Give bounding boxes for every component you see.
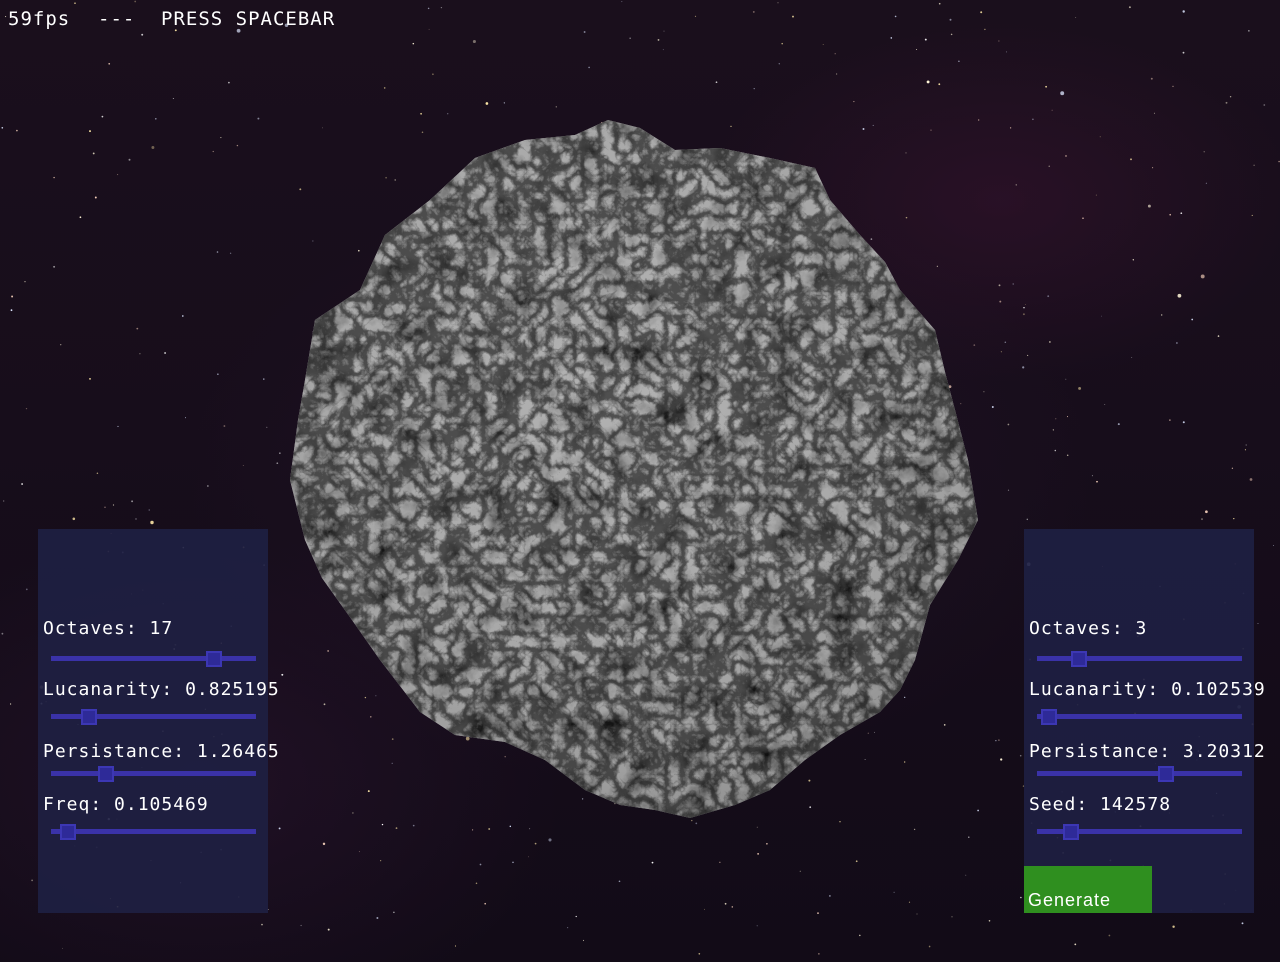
- slider-track[interactable]: [51, 829, 256, 834]
- right-noise-panel: Octaves: 3 Lucanarity: 0.102539 Persista…: [1024, 529, 1265, 913]
- right-octaves-label: Octaves: 3: [1029, 618, 1147, 639]
- left-noise-panel: Octaves: 17 Lucanarity: 0.825195 Persist…: [38, 529, 279, 913]
- param-name: Octaves:: [43, 618, 138, 639]
- slider-track[interactable]: [1037, 714, 1242, 719]
- left-freq-label: Freq: 0.105469: [43, 794, 209, 815]
- game-viewport[interactable]: 59fps --- PRESS SPACEBAR Octaves: 17 Luc…: [0, 0, 1280, 962]
- hud-separator: ---: [98, 8, 136, 30]
- param-value: 0.825195: [185, 679, 280, 700]
- left-lucanarity-label: Lucanarity: 0.825195: [43, 679, 280, 700]
- left-octaves-slider[interactable]: [51, 651, 256, 667]
- slider-track[interactable]: [51, 771, 256, 776]
- left-octaves-label: Octaves: 17: [43, 618, 173, 639]
- right-lucanarity-label: Lucanarity: 0.102539: [1029, 679, 1266, 700]
- param-value: 3.20312: [1182, 741, 1266, 762]
- param-name: Octaves:: [1029, 618, 1124, 639]
- slider-thumb[interactable]: [1041, 709, 1057, 725]
- slider-thumb[interactable]: [81, 709, 97, 725]
- left-persistance-slider[interactable]: [51, 766, 256, 782]
- generate-button-label: Generate: [1028, 890, 1112, 910]
- param-value: 142578: [1100, 794, 1172, 815]
- param-value: 3: [1135, 618, 1148, 639]
- param-name: Lucanarity:: [1029, 679, 1160, 700]
- slider-thumb[interactable]: [1158, 766, 1174, 782]
- param-name: Lucanarity:: [43, 679, 174, 700]
- press-spacebar-prompt: PRESS SPACEBAR: [161, 8, 336, 30]
- left-freq-slider[interactable]: [51, 824, 256, 840]
- right-lucanarity-slider[interactable]: [1037, 709, 1242, 725]
- param-value: 0.105469: [114, 794, 209, 815]
- param-name: Freq:: [43, 794, 103, 815]
- param-value: 17: [149, 618, 174, 639]
- left-lucanarity-slider[interactable]: [51, 709, 256, 725]
- slider-thumb[interactable]: [1071, 651, 1087, 667]
- right-persistance-label: Persistance: 3.20312: [1029, 741, 1266, 762]
- fps-counter: 59fps: [8, 8, 71, 30]
- slider-thumb[interactable]: [60, 824, 76, 840]
- left-persistance-label: Persistance: 1.26465: [43, 741, 280, 762]
- param-name: Persistance:: [43, 741, 186, 762]
- right-octaves-slider[interactable]: [1037, 651, 1242, 667]
- slider-track[interactable]: [1037, 771, 1242, 776]
- generate-button[interactable]: Generate: [1024, 866, 1152, 913]
- right-seed-slider[interactable]: [1037, 824, 1242, 840]
- param-value: 1.26465: [196, 741, 280, 762]
- slider-thumb[interactable]: [98, 766, 114, 782]
- param-value: 0.102539: [1171, 679, 1266, 700]
- slider-thumb[interactable]: [206, 651, 222, 667]
- right-seed-label: Seed: 142578: [1029, 794, 1171, 815]
- slider-track[interactable]: [1037, 656, 1242, 661]
- slider-track[interactable]: [51, 656, 256, 661]
- param-name: Seed:: [1029, 794, 1089, 815]
- param-name: Persistance:: [1029, 741, 1172, 762]
- right-persistance-slider[interactable]: [1037, 766, 1242, 782]
- slider-thumb[interactable]: [1063, 824, 1079, 840]
